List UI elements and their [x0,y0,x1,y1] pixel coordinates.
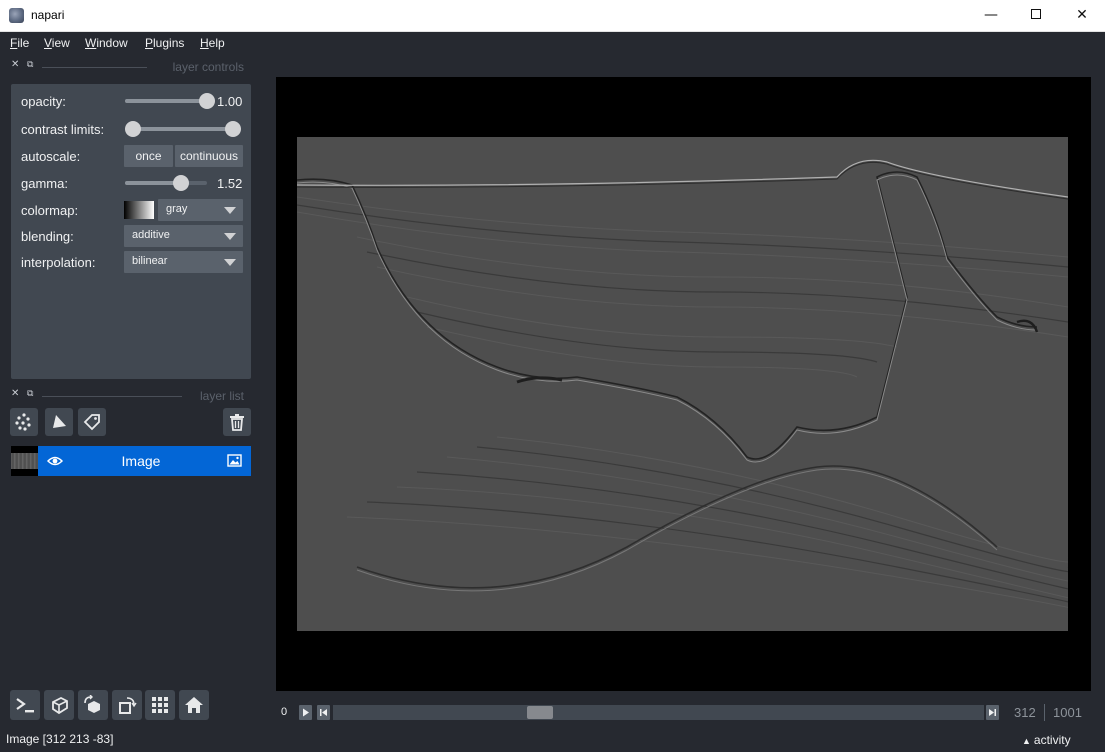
gamma-value: 1.52 [217,176,243,191]
image-layer-icon [227,454,242,467]
gamma-slider-handle[interactable] [172,175,189,191]
activity-button[interactable]: ▲ activity [1022,733,1071,747]
roll-dimensions-button[interactable] [78,690,108,720]
console-button[interactable] [10,690,40,720]
close-button[interactable]: ✕ [1059,0,1105,31]
layer-controls-header: ✕ ⧉ layer controls [0,57,260,77]
dims-current-index[interactable]: 312 [1014,705,1036,720]
layer-item-selected[interactable]: Image [38,446,251,476]
viewer-canvas[interactable] [276,77,1091,691]
chevron-down-icon [224,207,236,214]
reset-view-button[interactable] [179,690,209,720]
cube-3d-icon [52,696,68,715]
delete-layer-button[interactable] [223,408,251,436]
step-back-icon [320,709,327,716]
colormap-dropdown[interactable]: gray [158,199,243,221]
opacity-label: opacity: [21,94,66,109]
menu-window[interactable]: Window [85,36,128,50]
float-dock-icon[interactable]: ⧉ [27,60,33,70]
minimize-button[interactable]: — [968,0,1014,31]
transpose-icon [119,697,137,714]
points-icon [15,413,31,431]
autoscale-label: autoscale: [21,149,81,164]
autoscale-once-button[interactable]: once [124,145,173,167]
gamma-label: gamma: [21,176,68,191]
float-dock-icon[interactable]: ⧉ [27,389,33,399]
status-text: Image [312 213 -83] [6,732,114,746]
chevron-down-icon [224,259,236,266]
step-back-button[interactable] [317,705,330,720]
opacity-slider-fill [125,99,207,103]
home-icon [185,697,203,713]
seismic-image-view[interactable] [297,137,1068,631]
chevron-up-icon: ▲ [1022,736,1031,746]
gamma-slider[interactable] [125,181,207,185]
maximize-button[interactable] [1013,0,1059,31]
layer-item-image[interactable]: Image [11,446,251,476]
colormap-dropdown-value: gray [166,203,188,215]
blending-dropdown-value: additive [132,229,170,241]
napari-logo-icon [9,8,24,23]
opacity-slider[interactable] [125,99,207,103]
colormap-preview [124,201,154,219]
autoscale-continuous-button[interactable]: continuous [175,145,243,167]
menu-bar: File View Window Plugins Help [0,32,1105,54]
play-icon [303,708,309,717]
roll-cube-icon [84,695,100,713]
dims-slider-track[interactable] [333,705,984,720]
layer-controls-title: layer controls [172,60,244,74]
header-divider [42,396,182,397]
step-forward-button[interactable] [986,705,999,720]
new-labels-layer-button[interactable] [78,408,106,436]
chevron-down-icon [224,233,236,240]
trash-icon [230,414,244,431]
menu-plugins[interactable]: Plugins [145,36,184,50]
step-forward-icon [989,709,996,716]
shapes-icon [53,415,66,428]
activity-label: activity [1033,733,1071,747]
dims-total-count: 1001 [1053,705,1082,720]
toggle-grid-button[interactable] [145,690,175,720]
close-dock-icon[interactable]: ✕ [11,59,19,70]
contrast-limits-label: contrast limits: [21,122,105,137]
colormap-label: colormap: [21,203,79,218]
interpolation-label: interpolation: [21,255,96,270]
layer-list-title: layer list [199,389,244,403]
contrast-low-handle[interactable] [125,121,141,137]
contrast-high-handle[interactable] [225,121,241,137]
new-points-layer-button[interactable] [10,408,38,436]
label-tag-icon [83,414,100,431]
layer-list-header: ✕ ⧉ layer list [0,386,260,406]
blending-label: blending: [21,229,74,244]
close-dock-icon[interactable]: ✕ [11,388,19,399]
contrast-limits-slider[interactable] [133,127,233,131]
dims-slider-handle[interactable] [527,706,554,719]
menu-file[interactable]: File [10,36,29,50]
play-button[interactable] [299,705,312,720]
window-title: napari [31,8,65,22]
layer-name[interactable]: Image [38,453,244,469]
status-bar: Image [312 213 -83] ▲ activity [0,728,1105,752]
dims-slider-bar: 0 312 1001 [276,701,1091,725]
interpolation-dropdown-value: bilinear [132,255,168,267]
maximize-icon [1031,9,1041,19]
title-bar: napari — ✕ [0,0,1105,32]
layer-controls-panel: opacity: 1.00 contrast limits: autoscale… [11,84,251,379]
opacity-slider-handle[interactable] [199,93,215,109]
transpose-dimensions-button[interactable] [112,690,142,720]
new-shapes-layer-button[interactable] [45,408,73,436]
layer-thumbnail [11,446,38,476]
dims-separator [1044,704,1045,721]
terminal-icon [16,698,34,713]
blending-dropdown[interactable]: additive [124,225,243,247]
dims-axis-label[interactable]: 0 [281,706,287,718]
toggle-ndisplay-button[interactable] [44,690,74,720]
interpolation-dropdown[interactable]: bilinear [124,251,243,273]
menu-view[interactable]: View [44,36,70,50]
grid-icon [152,697,168,713]
menu-help[interactable]: Help [200,36,225,50]
napari-window: napari — ✕ File View Window Plugins Help… [0,0,1105,752]
header-divider [42,67,147,68]
opacity-value: 1.00 [217,94,243,109]
